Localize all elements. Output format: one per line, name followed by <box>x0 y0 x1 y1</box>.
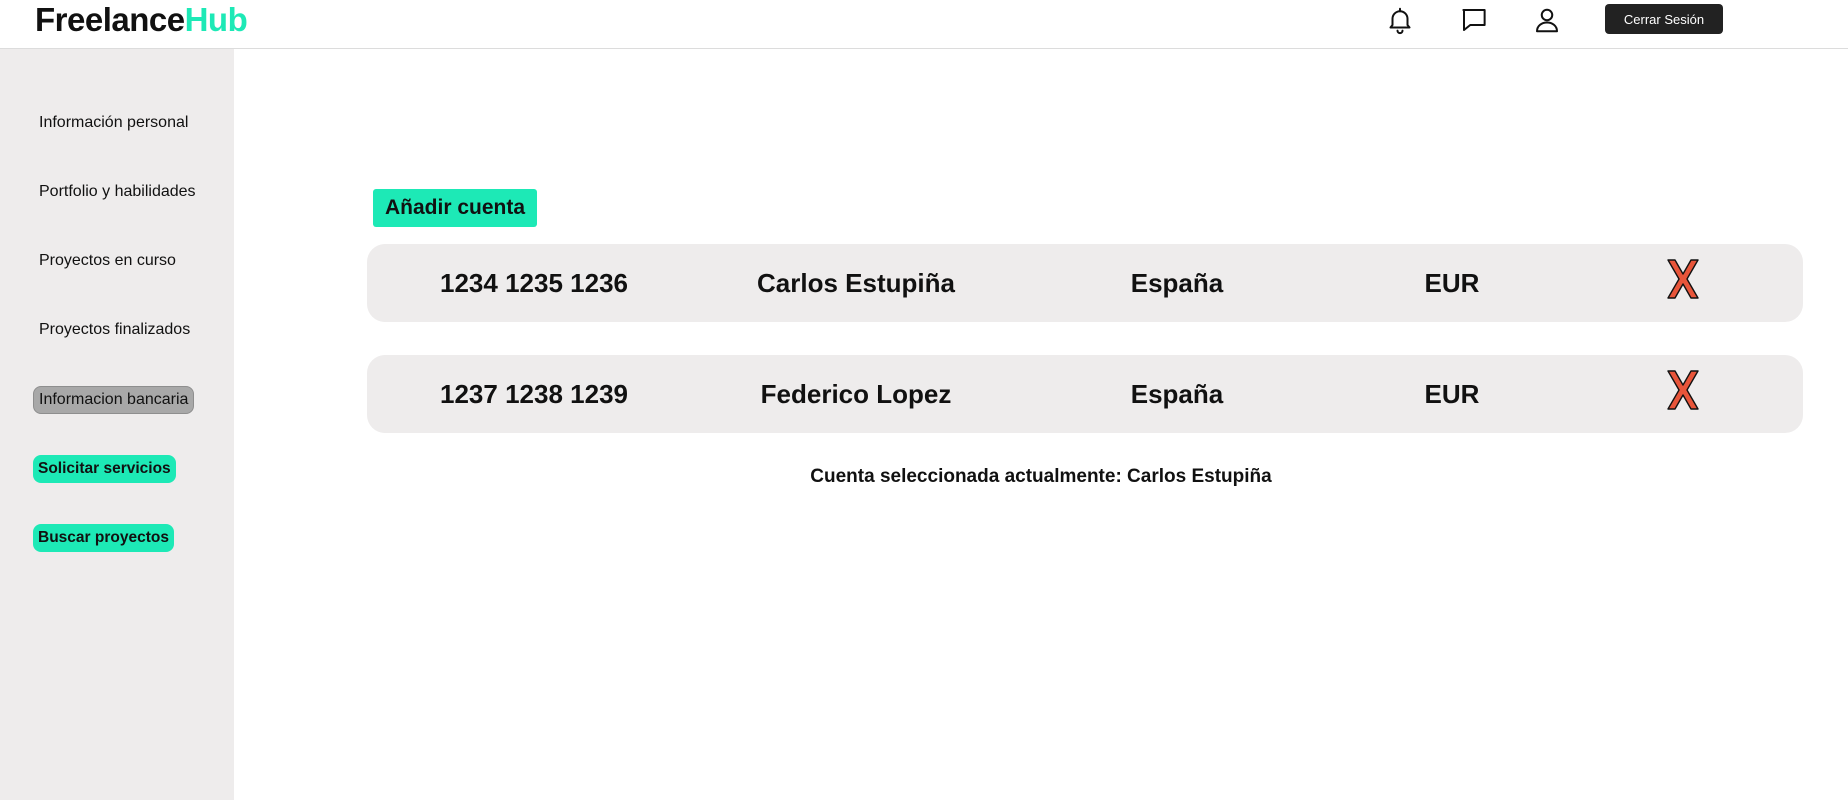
account-row[interactable]: 1234 1235 1236 Carlos Estupiña España EU… <box>367 244 1803 322</box>
chat-icon[interactable] <box>1457 3 1491 37</box>
delete-account-button[interactable] <box>1664 368 1702 412</box>
account-country: España <box>1130 267 1224 298</box>
sidebar-item-proyectos-en-curso[interactable]: Proyectos en curso <box>34 247 181 275</box>
selected-account-text: Cuenta seleccionada actualmente: Carlos … <box>810 466 1272 487</box>
account-holder: Carlos Estupiña <box>757 267 955 298</box>
account-currency: EUR <box>1424 267 1480 298</box>
account-row[interactable]: 1237 1238 1239 Federico Lopez España EUR <box>367 355 1803 433</box>
sidebar-item-informacion-bancaria[interactable]: Informacion bancaria <box>33 386 195 414</box>
sidebar-item-informacion-personal[interactable]: Información personal <box>34 109 193 137</box>
logo-text-freelance: Freelance <box>35 1 185 38</box>
account-holder: Federico Lopez <box>760 378 952 409</box>
delete-x-icon <box>1667 259 1699 299</box>
user-icon[interactable] <box>1530 3 1564 37</box>
sidebar-item-buscar-proyectos[interactable]: Buscar proyectos <box>33 524 174 552</box>
app-logo[interactable]: FreelanceHub <box>35 1 248 39</box>
top-header: FreelanceHub Cerrar Sesión <box>0 0 1848 49</box>
selected-account-status: Cuenta seleccionada actualmente: Carlos … <box>0 466 1848 488</box>
logo-text-hub: Hub <box>184 1 248 38</box>
delete-x-icon <box>1667 370 1699 410</box>
account-currency: EUR <box>1424 378 1480 409</box>
account-number: 1237 1238 1239 <box>440 378 628 409</box>
sidebar-item-portfolio-habilidades[interactable]: Portfolio y habilidades <box>34 178 201 206</box>
account-number: 1234 1235 1236 <box>440 267 628 298</box>
sidebar-item-proyectos-finalizados[interactable]: Proyectos finalizados <box>34 316 195 344</box>
logout-button[interactable]: Cerrar Sesión <box>1605 4 1723 34</box>
delete-account-button[interactable] <box>1664 257 1702 301</box>
add-account-button[interactable]: Añadir cuenta <box>373 189 537 227</box>
sidebar: Información personal Portfolio y habilid… <box>0 49 234 800</box>
bell-icon[interactable] <box>1383 3 1417 37</box>
account-country: España <box>1130 378 1224 409</box>
